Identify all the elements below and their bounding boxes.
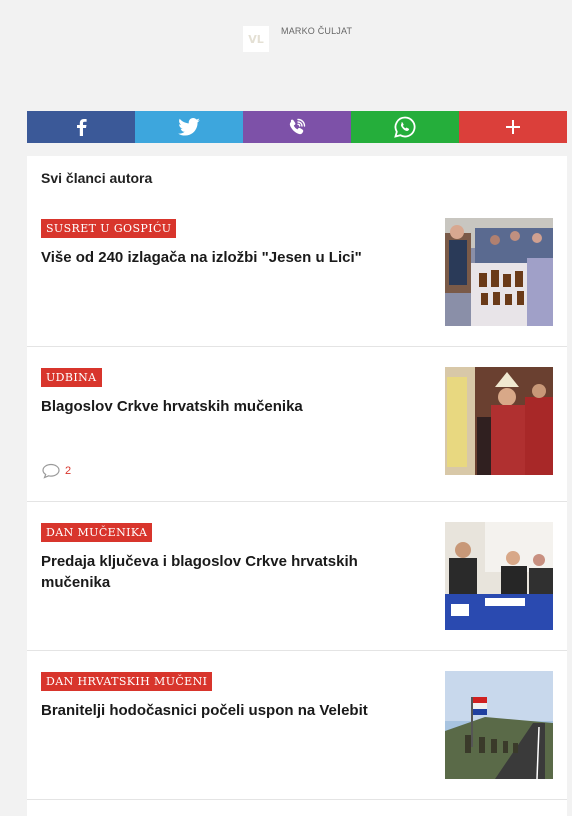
article-title[interactable]: Predaja ključeva i blagoslov Crkve hrvat… — [41, 551, 421, 593]
article-tag[interactable]: UDBINA — [41, 368, 102, 387]
twitter-share-button[interactable] — [135, 111, 243, 143]
article-tag[interactable]: DAN HRVATSKIH MUČENI — [41, 672, 213, 691]
share-bar — [27, 111, 567, 143]
author-header: VL MARKO ČULJAT — [0, 0, 572, 110]
article-title[interactable]: Više od 240 izlagača na izložbi "Jesen u… — [41, 247, 421, 268]
article-title[interactable]: Branitelji hodočasnici počeli uspon na V… — [41, 700, 421, 721]
author-logo: VL — [243, 26, 269, 52]
article-item[interactable]: DAN MUČENIKA Predaja ključeva i blagoslo… — [27, 502, 567, 651]
comment-count-link[interactable]: 2 — [41, 463, 71, 479]
whatsapp-share-button[interactable] — [351, 111, 459, 143]
article-title[interactable]: Blagoslov Crkve hrvatskih mučenika — [41, 396, 421, 417]
comment-icon — [42, 463, 60, 479]
section-title: Svi članci autora — [41, 170, 153, 186]
viber-icon — [289, 118, 306, 135]
author-name: MARKO ČULJAT — [281, 26, 353, 36]
article-thumbnail[interactable] — [445, 671, 553, 779]
author-articles-card: Svi članci autora SUSRET U GOSPIĆU Više … — [27, 156, 567, 816]
facebook-icon — [77, 119, 87, 136]
article-tag[interactable]: DAN MUČENIKA — [41, 523, 153, 542]
article-thumbnail[interactable] — [445, 367, 553, 475]
twitter-icon — [178, 118, 200, 136]
facebook-share-button[interactable] — [27, 111, 135, 143]
article-tag[interactable]: SUSRET U GOSPIĆU — [41, 219, 177, 238]
article-thumbnail[interactable] — [445, 522, 553, 630]
whatsapp-icon — [394, 116, 416, 138]
plus-icon — [506, 120, 520, 134]
article-item[interactable]: DAN HRVATSKIH MUČENI Branitelji hodočasn… — [27, 651, 567, 800]
article-thumbnail[interactable] — [445, 218, 553, 326]
article-item[interactable]: SUSRET U GOSPIĆU Više od 240 izlagača na… — [27, 198, 567, 347]
viber-share-button[interactable] — [243, 111, 351, 143]
more-share-button[interactable] — [459, 111, 567, 143]
comment-count: 2 — [65, 465, 72, 477]
article-item[interactable]: UDBINA Blagoslov Crkve hrvatskih mučenik… — [27, 347, 567, 502]
